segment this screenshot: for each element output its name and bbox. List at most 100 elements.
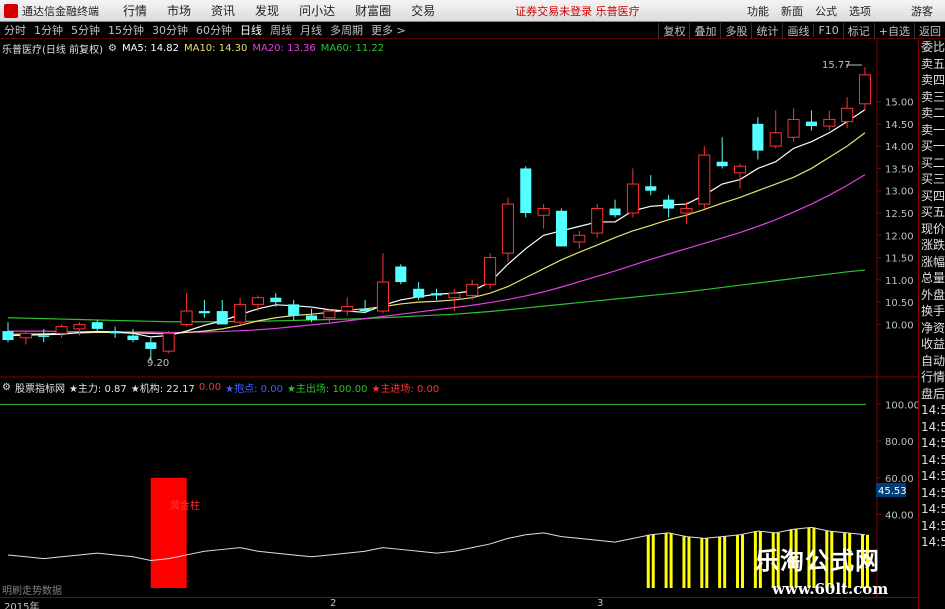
menu-new-layout[interactable]: 新面	[775, 3, 809, 19]
candle-body-up	[698, 154, 711, 205]
sidebar-item: 现价	[921, 221, 945, 236]
watermark-title: 乐淘公式网	[755, 546, 880, 575]
menu-bar: 通达信金融终端 行情 市场 资讯 发现 问小达 财富圈 交易 证券交易未登录 乐…	[0, 0, 945, 22]
candle-body-down	[555, 210, 568, 247]
bottom-label: 明刷走势数据	[2, 586, 62, 597]
price-tick-label: 10.50	[885, 298, 914, 309]
menu-options[interactable]: 选项	[843, 3, 877, 19]
tool-multi-stock[interactable]: 多股	[720, 22, 751, 39]
period-60min[interactable]: 60分钟	[192, 22, 236, 38]
candle-body-down	[2, 331, 14, 341]
indicator-gear-icon[interactable]: ⚙	[2, 382, 11, 393]
sidebar-item: 买二	[921, 155, 945, 170]
yellow-bar-gap	[703, 538, 706, 588]
sidebar-item: 卖五	[921, 56, 945, 71]
candle-body-down	[198, 311, 210, 314]
sidebar-item: 涨跌	[921, 238, 945, 252]
tool-draw-line[interactable]: 画线	[782, 22, 813, 39]
sidebar-item: 14:50	[921, 518, 945, 533]
candle-body-down	[38, 335, 50, 337]
candle-body-up	[73, 323, 86, 330]
tool-f10[interactable]: F10	[813, 24, 842, 37]
zhuchu-value: ★主出场: 100.00	[286, 383, 368, 395]
sidebar-item: 卖四	[921, 73, 945, 87]
candle-body-up	[733, 165, 747, 174]
period-30min[interactable]: 30分钟	[148, 22, 192, 38]
period-5min[interactable]: 5分钟	[67, 22, 104, 38]
menu-item-ask[interactable]: 问小达	[289, 2, 345, 19]
period-1min[interactable]: 1分钟	[30, 22, 67, 38]
candle-body-up	[823, 118, 836, 127]
date-label-2015: 2015年	[4, 602, 40, 609]
ma5-line	[7, 109, 866, 338]
app-logo	[4, 3, 18, 18]
price-tick-label: 10.00	[885, 320, 914, 331]
candle-body-down	[127, 335, 139, 341]
menu-formula[interactable]: 公式	[809, 3, 843, 19]
candle-body-up	[769, 132, 782, 147]
chart-tools: 复权 叠加 多股 统计 画线 F10 标记 +自选 返回	[658, 22, 945, 39]
sidebar-item: 买三	[921, 172, 945, 186]
candle-body-down	[663, 199, 675, 209]
sidebar-item: 14:50	[921, 436, 945, 450]
menu-item-wealth[interactable]: 财富圈	[345, 2, 401, 19]
price-tick-label: 14.50	[885, 120, 914, 131]
candle-body-down	[716, 161, 728, 167]
yellow-bar-gap	[721, 536, 724, 588]
period-more[interactable]: 更多 >	[367, 22, 410, 38]
menu-function[interactable]: 功能	[741, 3, 775, 19]
sidebar-item: 外盘	[921, 287, 945, 302]
right-menu: 功能 新面 公式 选项 游客	[741, 0, 939, 22]
sidebar-item: 卖三	[921, 89, 945, 104]
candle-body-up	[841, 107, 854, 123]
period-15min[interactable]: 15分钟	[104, 22, 148, 38]
tool-back[interactable]: 返回	[914, 22, 945, 39]
period-multi[interactable]: 多周期	[326, 22, 367, 38]
menu-item-news[interactable]: 资讯	[201, 2, 245, 19]
tool-mark[interactable]: 标记	[842, 22, 874, 39]
tool-add-watchlist[interactable]: +自选	[873, 22, 914, 39]
candle-body-up	[501, 203, 514, 254]
tool-statistics[interactable]: 统计	[751, 22, 782, 39]
period-monthly[interactable]: 月线	[296, 22, 326, 38]
menu-item-market[interactable]: 市场	[157, 2, 201, 19]
quote-sidebar: 委比 卖五 卖四 卖三 卖二 卖一 买一 买二 买三 买四 买五 现价 涨跌 涨幅 总量 外盘 换手 净资 收益 自动…	[918, 39, 945, 609]
sidebar-item: 买五	[921, 205, 945, 219]
indicator-info-line: ⚙ 股票指标网 ★主力: 0.87 ★机构: 22.17 0.00 ★抱点: 0…	[2, 380, 443, 395]
menu-item-quotes[interactable]: 行情	[113, 2, 157, 19]
sidebar-item: 卖一	[921, 122, 945, 137]
sidebar-item[interactable]: 盘后	[919, 386, 945, 403]
watermark-url: www.60lt.com	[772, 580, 889, 598]
sidebar-item[interactable]: 自动	[919, 353, 945, 370]
tool-restore-rights[interactable]: 复权	[658, 22, 689, 39]
menu-item-discover[interactable]: 发现	[245, 2, 289, 19]
period-weekly[interactable]: 周线	[266, 22, 296, 38]
candle-body-down	[359, 308, 371, 312]
price-tick-label: 14.00	[885, 142, 914, 153]
candle-body-down	[288, 304, 300, 316]
sidebar-item[interactable]: 行情	[919, 369, 945, 386]
tool-overlay[interactable]: 叠加	[689, 22, 720, 39]
candlestick-chart[interactable]: 15.00 14.50 14.00 13.50 13.00 12.50 12.00 11.50…	[0, 39, 918, 378]
guest-label[interactable]: 游客	[905, 3, 939, 19]
candle-body-up	[591, 208, 604, 234]
candle-body-down	[109, 331, 121, 334]
menu-item-trade[interactable]: 交易	[401, 2, 445, 19]
candle-body-down	[520, 168, 532, 213]
ma5-value: MA5: 14.82	[121, 42, 179, 54]
candle-body-down	[395, 266, 407, 283]
price-tick-label: 15.00	[885, 98, 914, 109]
sidebar-item: 买四	[921, 188, 945, 203]
login-notice[interactable]: 证券交易未登录 乐普医疗	[515, 3, 640, 19]
date-label-mar: 3	[597, 598, 604, 609]
candle-body-up	[787, 118, 800, 138]
sidebar-item: 14:50	[921, 485, 945, 500]
yellow-bar-gap	[649, 534, 652, 588]
period-daily[interactable]: 日线	[236, 22, 266, 38]
period-intraday[interactable]: 分时	[0, 22, 30, 38]
settings-gear-icon[interactable]: ⚙	[108, 43, 117, 54]
sidebar-item: 14:50	[921, 469, 945, 483]
candle-body-down	[305, 315, 318, 320]
yellow-bar-gap	[739, 534, 742, 588]
sub-tick-label: 40.00	[885, 511, 914, 522]
